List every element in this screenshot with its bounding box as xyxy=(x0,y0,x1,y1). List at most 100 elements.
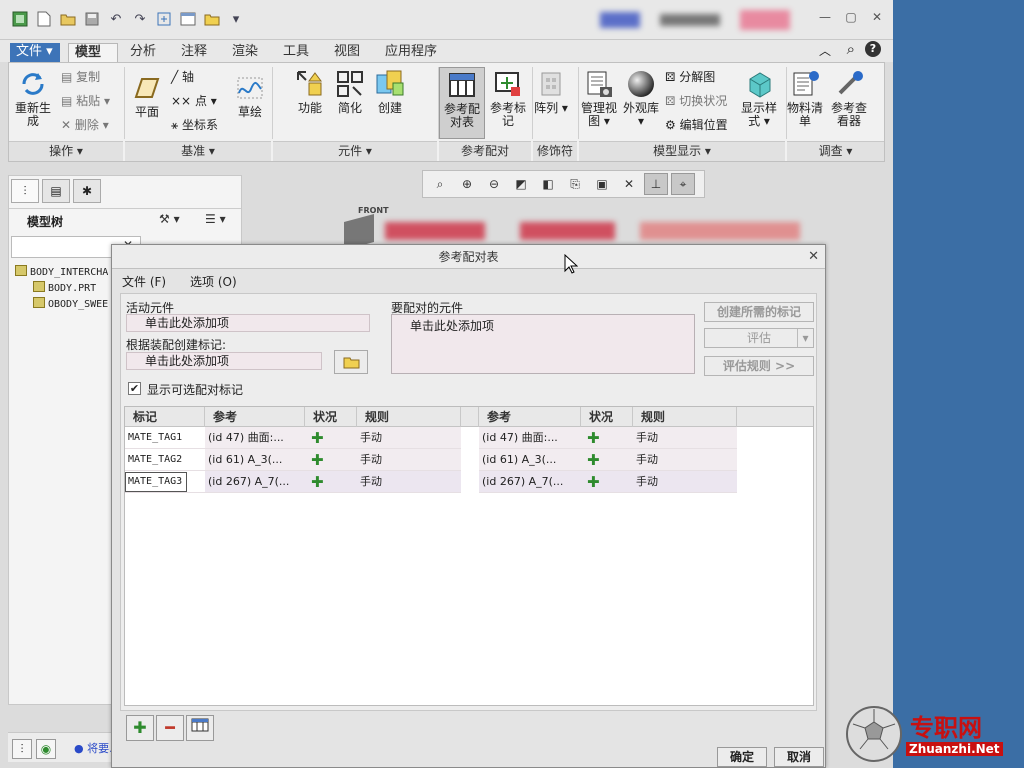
spin-center-icon[interactable]: ⌖ xyxy=(671,173,695,195)
plane-button[interactable]: 平面 xyxy=(129,73,165,119)
active-component-field[interactable]: 单击此处添加项 xyxy=(126,314,370,332)
explode-button[interactable]: ⚄ 分解图 xyxy=(665,71,715,84)
collapse-ribbon-icon[interactable]: ︿ xyxy=(819,42,831,59)
ok-button[interactable]: 确定 xyxy=(717,747,767,767)
create-tags-button[interactable]: 创建所需的标记 xyxy=(704,302,814,322)
table-row[interactable]: MATE_TAG3 (id 267) A_7(... ✚ 手动 (id 267)… xyxy=(125,471,813,493)
group-operations[interactable]: 操作 ▾ xyxy=(9,141,123,161)
tree-settings-icon[interactable]: ⚒ ▾ xyxy=(159,212,180,226)
manage-view-button[interactable]: 管理视图 ▾ xyxy=(579,69,619,128)
minimize-icon[interactable]: — xyxy=(817,10,833,26)
favorites-tab-icon[interactable]: ✱ xyxy=(73,179,101,203)
evaluate-dropdown[interactable]: 评估 ▾ xyxy=(704,328,814,348)
app-icon[interactable] xyxy=(10,9,30,29)
tab-view[interactable]: 视图 xyxy=(328,43,366,62)
paste-button[interactable]: ▤ 粘贴 ▾ xyxy=(61,95,110,108)
tab-model[interactable]: 模型 xyxy=(68,43,118,62)
close-icon[interactable]: ✕ xyxy=(869,10,885,26)
maximize-icon[interactable]: ▢ xyxy=(843,10,859,26)
remove-row-button[interactable]: ━ xyxy=(156,715,184,741)
edit-position-button[interactable]: ⚙ 编辑位置 xyxy=(665,119,728,132)
col-rule-2[interactable]: 规则 xyxy=(633,407,737,427)
browser-icon[interactable]: ◉ xyxy=(36,739,56,759)
refit-icon[interactable]: ⌕ xyxy=(428,173,452,195)
group-model-display[interactable]: 模型显示 ▾ xyxy=(579,141,785,161)
model-tree-tab-icon[interactable]: ⫶ xyxy=(11,179,39,203)
table-row[interactable]: MATE_TAG2 (id 61) A_3(... ✚ 手动 (id 61) A… xyxy=(125,449,813,471)
regenerate-icon[interactable] xyxy=(154,9,174,29)
appearance-sphere-icon xyxy=(628,71,654,97)
window-icon[interactable] xyxy=(178,9,198,29)
annotation-icon[interactable]: ⊥ xyxy=(644,173,668,195)
ref-tag-button[interactable]: 参考标记 xyxy=(487,69,529,128)
open-icon[interactable] xyxy=(58,9,78,29)
tab-tools[interactable]: 工具 xyxy=(277,43,315,62)
tree-item-part[interactable]: BODY.PRT xyxy=(33,281,96,294)
cancel-button[interactable]: 取消 xyxy=(774,747,824,767)
more-icon[interactable]: ▾ xyxy=(226,9,246,29)
assembly-tag-field[interactable]: 单击此处添加项 xyxy=(126,352,322,370)
new-icon[interactable] xyxy=(34,9,54,29)
redo-icon[interactable]: ↷ xyxy=(130,9,150,29)
point-button[interactable]: ×× 点 ▾ xyxy=(171,95,217,108)
col-rule[interactable]: 规则 xyxy=(357,407,461,427)
folder-icon[interactable] xyxy=(202,9,222,29)
delete-button[interactable]: ✕ 删除 ▾ xyxy=(61,119,109,132)
tab-applications[interactable]: 应用程序 xyxy=(379,43,443,62)
zoom-in-icon[interactable]: ⊕ xyxy=(455,173,479,195)
tree-item-assembly[interactable]: BODY_INTERCHA xyxy=(15,265,108,278)
col-ref[interactable]: 参考 xyxy=(205,407,305,427)
close-icon[interactable]: ✕ xyxy=(808,245,819,269)
col-ref-2[interactable]: 参考 xyxy=(479,407,581,427)
undo-icon[interactable]: ↶ xyxy=(106,9,126,29)
search-icon[interactable]: ⌕ xyxy=(847,40,855,58)
pattern-button[interactable]: 阵列 ▾ xyxy=(533,69,569,115)
toggle-state-button[interactable]: ⚄ 切换状况 xyxy=(665,95,727,108)
ref-pair-table-button[interactable]: 参考配对表 xyxy=(439,67,485,139)
show-tree-icon[interactable]: ⫶ xyxy=(12,739,32,759)
group-datum[interactable]: 基准 ▾ xyxy=(125,141,271,161)
bom-button[interactable]: 物料清单 xyxy=(787,69,823,128)
show-optional-checkbox[interactable]: ✔ xyxy=(128,382,141,395)
datum-display-icon[interactable]: ✕ xyxy=(617,173,641,195)
regenerate-button[interactable]: 重新生成 xyxy=(13,69,53,128)
save-icon[interactable] xyxy=(82,9,102,29)
create-button[interactable]: 创建 xyxy=(371,69,409,115)
view-manager-icon[interactable]: ▣ xyxy=(590,173,614,195)
tree-columns-icon[interactable]: ☰ ▾ xyxy=(205,212,226,226)
group-component[interactable]: 元件 ▾ xyxy=(273,141,437,161)
tag-edit-field[interactable]: MATE_TAG3 xyxy=(125,472,187,492)
display-style-button[interactable]: 显示样式 ▾ xyxy=(737,69,781,128)
appearance-lib-button[interactable]: 外观库 ▾ xyxy=(623,69,659,128)
menu-file[interactable]: 文件 (F) xyxy=(122,273,166,290)
col-status-2[interactable]: 状况 xyxy=(581,407,633,427)
saved-views-icon[interactable]: ⎘ xyxy=(563,173,587,195)
browse-folder-button[interactable] xyxy=(334,350,368,374)
group-investigate[interactable]: 调查 ▾ xyxy=(787,141,884,161)
feature-button[interactable]: 功能 xyxy=(291,69,329,115)
repaint-icon[interactable]: ◩ xyxy=(509,173,533,195)
zoom-out-icon[interactable]: ⊖ xyxy=(482,173,506,195)
folder-browser-tab-icon[interactable]: ▤ xyxy=(42,179,70,203)
tab-file[interactable]: 文件 ▾ xyxy=(10,43,60,62)
tab-analysis[interactable]: 分析 xyxy=(124,43,162,62)
sketch-button[interactable]: 草绘 xyxy=(231,73,269,119)
tab-render[interactable]: 渲染 xyxy=(226,43,264,62)
menu-options[interactable]: 选项 (O) xyxy=(190,273,237,290)
copy-button[interactable]: ▤ 复制 xyxy=(61,71,100,84)
tree-item-part[interactable]: OBODY_SWEE xyxy=(33,297,108,310)
tab-annotate[interactable]: 注释 xyxy=(175,43,213,62)
help-icon[interactable]: ? xyxy=(865,41,881,57)
paired-component-field[interactable]: 单击此处添加项 xyxy=(391,314,695,374)
add-row-button[interactable]: ✚ xyxy=(126,715,154,741)
table-row[interactable]: MATE_TAG1 (id 47) 曲面:... ✚ 手动 (id 47) 曲面… xyxy=(125,427,813,449)
simplify-button[interactable]: 简化 xyxy=(331,69,369,115)
col-tag[interactable]: 标记 xyxy=(125,407,205,427)
table-columns-button[interactable] xyxy=(186,715,214,741)
ref-viewer-button[interactable]: 参考查看器 xyxy=(827,69,871,128)
display-style-icon[interactable]: ◧ xyxy=(536,173,560,195)
col-status[interactable]: 状况 xyxy=(305,407,357,427)
eval-rules-button[interactable]: 评估规则 >> xyxy=(704,356,814,376)
csys-button[interactable]: ⚹ 坐标系 xyxy=(171,119,218,132)
axis-button[interactable]: ╱ 轴 xyxy=(171,71,194,84)
